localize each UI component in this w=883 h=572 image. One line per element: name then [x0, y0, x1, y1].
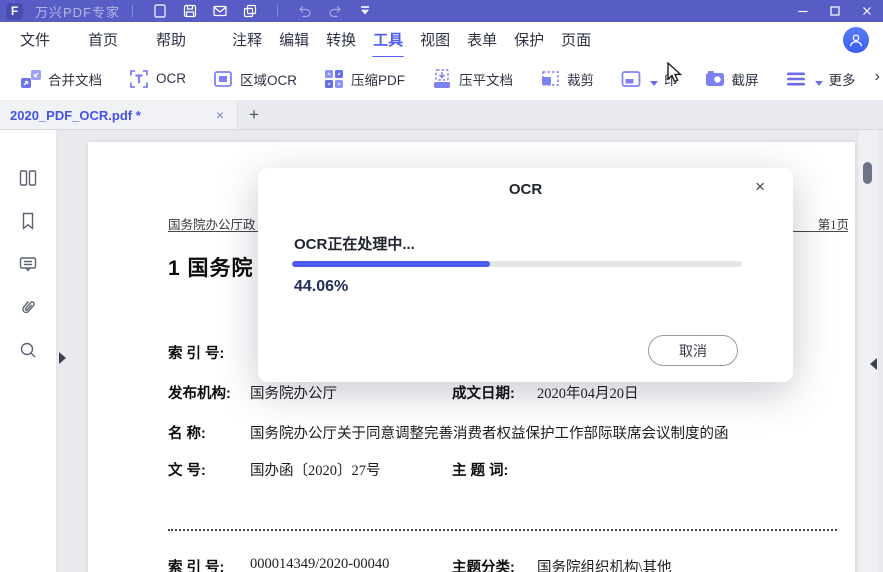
ocr-status-text: OCR正在处理中...	[294, 236, 415, 253]
menu-comment[interactable]: 注释	[230, 27, 264, 52]
tools-toolbar: 合并文档 OCR 区域OCR 压缩PDF 压平文档 裁剪 印 截屏 更多	[0, 57, 883, 101]
cancel-button[interactable]: 取消	[648, 335, 738, 366]
mouse-cursor-icon	[666, 61, 684, 90]
field-row: 文 号: 国办函〔2020〕27号 主 题 词:	[168, 463, 509, 479]
chevron-down-icon[interactable]	[650, 81, 658, 86]
merge-documents-button[interactable]: 合并文档	[20, 69, 102, 89]
flatten-document-button[interactable]: 压平文档	[431, 68, 513, 89]
divider	[277, 5, 279, 17]
ocr-icon	[128, 69, 150, 89]
scrollbar-track[interactable]	[857, 130, 878, 572]
scrollbar-thumb[interactable]	[863, 162, 872, 184]
sidebar-expand-handle[interactable]	[59, 352, 66, 364]
email-icon[interactable]	[205, 0, 235, 22]
field-row: 索 引 号: 000014349/2020-00040 主题分类: 国务院组织机…	[168, 556, 672, 572]
more-lines-icon	[785, 69, 807, 89]
app-title: 万兴PDF专家	[35, 4, 121, 20]
watermark-icon	[620, 69, 642, 89]
menu-help[interactable]: 帮助	[154, 27, 188, 52]
crop-button[interactable]: 裁剪	[539, 69, 594, 89]
print-icon[interactable]	[235, 0, 265, 22]
document-heading: 1 国务院	[168, 257, 254, 280]
maximize-button[interactable]	[819, 0, 851, 22]
attachment-icon[interactable]	[16, 295, 40, 319]
thumbnails-icon[interactable]	[16, 166, 40, 190]
app-logo-icon: F	[6, 2, 23, 20]
merge-documents-icon	[20, 69, 42, 89]
field-row: 发布机构: 国务院办公厅 成文日期: 2020年04月20日	[168, 386, 639, 402]
crop-icon	[539, 69, 561, 89]
save-icon[interactable]	[175, 0, 205, 22]
compress-pdf-icon	[323, 69, 345, 89]
menubar: 文件 首页 帮助 注释 编辑 转换 工具 视图 表单 保护 页面	[0, 22, 883, 59]
area-ocr-icon	[212, 69, 234, 89]
ocr-percent-label: 44.06%	[294, 278, 349, 295]
panel-collapse-handle[interactable]	[870, 358, 877, 370]
dotted-divider	[168, 529, 837, 531]
minimize-button[interactable]	[787, 0, 819, 22]
chevron-down-icon[interactable]	[814, 81, 823, 86]
menu-tools[interactable]: 工具	[371, 27, 405, 59]
menu-file[interactable]: 文件	[18, 27, 52, 52]
flatten-document-icon	[431, 68, 453, 89]
ocr-progress-track	[292, 261, 742, 267]
titlebar: F 万兴PDF专家	[0, 0, 883, 22]
menu-protect[interactable]: 保护	[512, 27, 546, 52]
ocr-progress-fill	[292, 261, 491, 267]
user-avatar-icon[interactable]	[843, 26, 869, 53]
new-tab-button[interactable]: +	[238, 101, 270, 129]
field-row: 名 称: 国务院办公厅关于同意调整完善消费者权益保护工作部际联席会议制度的函	[168, 426, 729, 442]
screenshot-icon	[704, 69, 726, 89]
dialog-title: OCR	[508, 181, 543, 198]
menu-edit[interactable]: 编辑	[277, 27, 311, 52]
menu-convert[interactable]: 转换	[324, 27, 358, 52]
menu-page[interactable]: 页面	[559, 27, 593, 52]
collapse-toolbar-icon[interactable]	[350, 0, 380, 22]
area-ocr-button[interactable]: 区域OCR	[212, 69, 297, 89]
undo-icon[interactable]	[290, 0, 320, 22]
redo-icon[interactable]	[320, 0, 350, 22]
menu-view[interactable]: 视图	[418, 27, 452, 52]
document-tab[interactable]: 2020_PDF_OCR.pdf * ×	[0, 101, 238, 129]
menu-form[interactable]: 表单	[465, 27, 499, 52]
tab-title: 2020_PDF_OCR.pdf *	[10, 107, 141, 123]
new-document-icon[interactable]	[145, 0, 175, 22]
screenshot-button[interactable]: 截屏	[704, 69, 759, 89]
toolbar-overflow-arrow[interactable]: ›	[875, 68, 880, 86]
search-icon[interactable]	[16, 338, 40, 362]
compress-pdf-button[interactable]: 压缩PDF	[323, 69, 405, 89]
comment-icon[interactable]	[16, 252, 40, 276]
ocr-button[interactable]: OCR	[128, 69, 186, 89]
bookmark-icon[interactable]	[16, 209, 40, 233]
more-tools-button[interactable]: 更多	[785, 69, 855, 89]
dialog-close-icon[interactable]: ×	[755, 177, 765, 197]
ocr-dialog: OCR × OCR正在处理中... 44.06% 取消	[258, 168, 793, 382]
menu-home[interactable]: 首页	[86, 27, 120, 52]
left-sidebar	[0, 130, 57, 572]
divider	[132, 5, 134, 17]
close-button[interactable]	[851, 0, 883, 22]
tabbar: 2020_PDF_OCR.pdf * × +	[0, 101, 883, 130]
tab-close-icon[interactable]: ×	[213, 107, 227, 123]
